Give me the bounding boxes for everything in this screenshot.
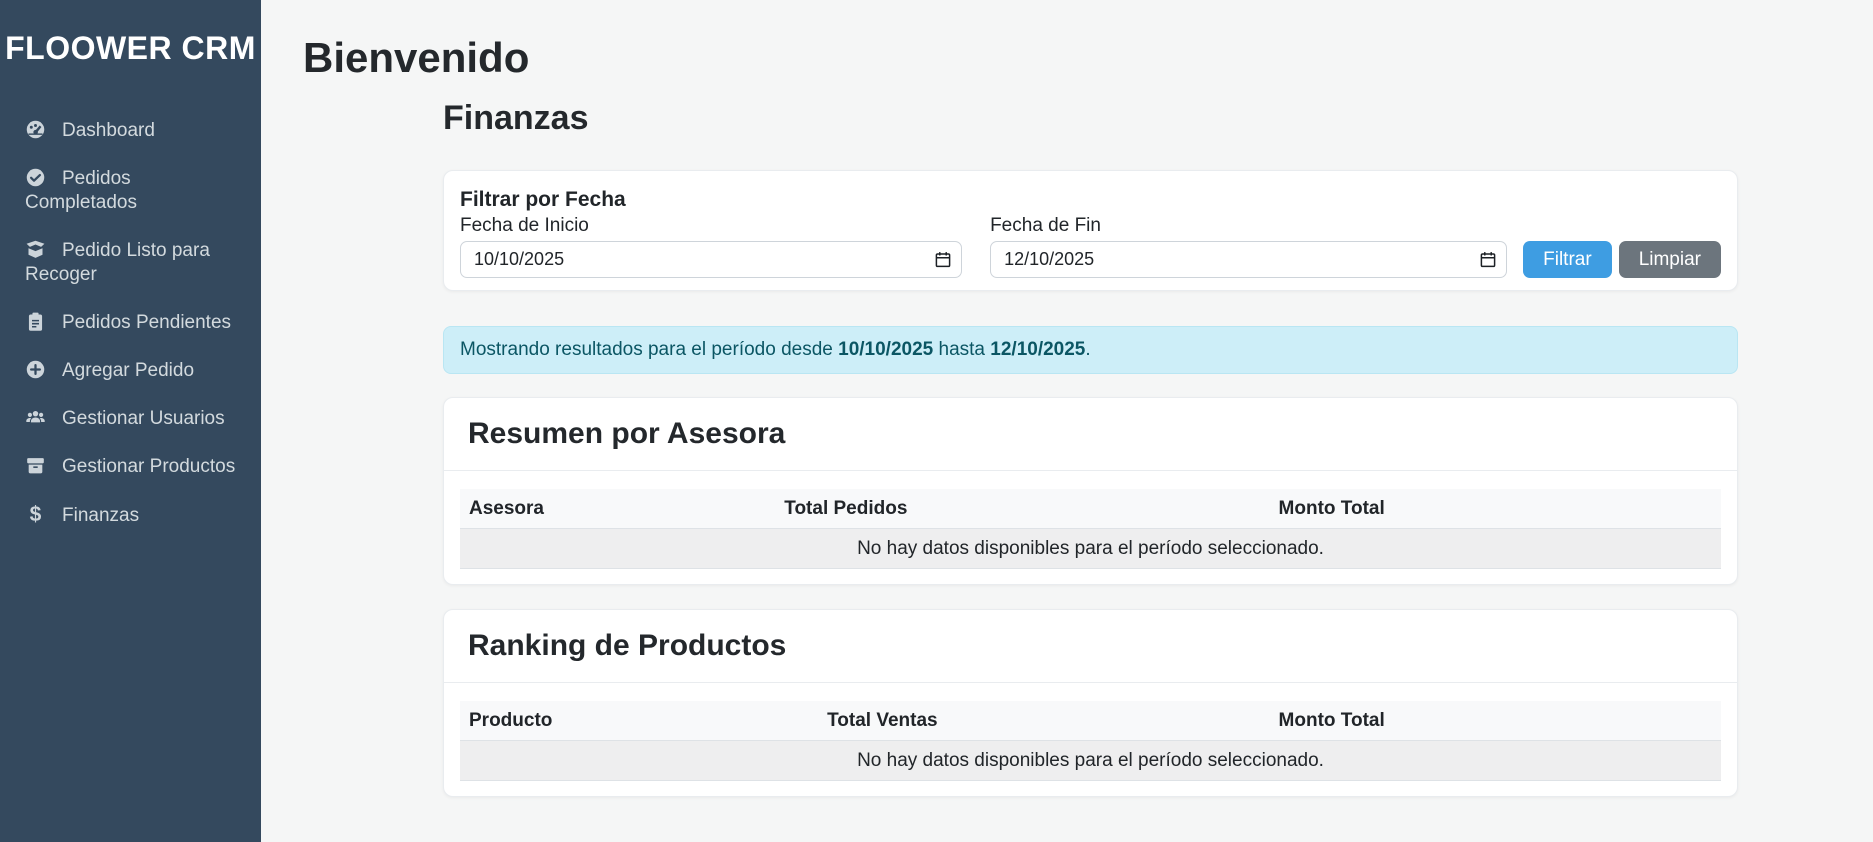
sidebar-item-gestionar-productos[interactable]: Gestionar Productos <box>0 455 261 479</box>
sidebar-item-label: Finanzas <box>62 505 139 526</box>
sidebar-item-label: Dashboard <box>62 120 155 141</box>
alert-text: Mostrando resultados para el período des… <box>460 339 838 360</box>
app-brand: FLOOWER CRM <box>0 30 261 67</box>
ranking-table: Producto Total Ventas Monto Total No hay… <box>460 701 1721 781</box>
period-alert: Mostrando resultados para el período des… <box>443 326 1738 374</box>
sidebar-item-pedidos-pendientes[interactable]: Pedidos Pendientes <box>0 311 261 335</box>
sidebar-item-label: Gestionar Productos <box>62 456 235 477</box>
sidebar-nav: Dashboard Pedidos Completados Pedido Lis… <box>0 119 261 528</box>
column-header-producto: Producto <box>460 701 818 741</box>
summary-table: Asesora Total Pedidos Monto Total No hay… <box>460 489 1721 569</box>
finanzas-section: Finanzas Filtrar por Fecha Fecha de Inic… <box>443 99 1738 797</box>
calendar-icon[interactable] <box>934 250 952 269</box>
sidebar-item-agregar-pedido[interactable]: Agregar Pedido <box>0 359 261 383</box>
sidebar-item-label: Pedidos Pendientes <box>62 312 231 333</box>
sidebar-item-pedidos-completados[interactable]: Pedidos Completados <box>0 167 261 215</box>
box-icon <box>25 455 46 476</box>
main-content: Bienvenido Finanzas Filtrar por Fecha Fe… <box>261 0 1873 797</box>
sidebar-item-dashboard[interactable]: Dashboard <box>0 119 261 143</box>
empty-message: No hay datos disponibles para el período… <box>460 741 1721 781</box>
clear-button[interactable]: Limpiar <box>1619 241 1721 278</box>
dollar-icon: $ <box>25 503 46 527</box>
end-date-label: Fecha de Fin <box>990 215 1507 237</box>
summary-by-advisor-card: Resumen por Asesora Asesora Total Pedido… <box>443 397 1738 585</box>
alert-end-date: 12/10/2025 <box>990 339 1085 360</box>
table-header-row: Producto Total Ventas Monto Total <box>460 701 1721 741</box>
gauge-icon <box>25 119 46 140</box>
sidebar: FLOOWER CRM Dashboard Pedidos Completado… <box>0 0 261 842</box>
column-header-total-ventas: Total Ventas <box>818 701 1269 741</box>
check-circle-icon <box>25 167 46 188</box>
summary-card-title: Resumen por Asesora <box>468 417 1713 451</box>
alert-text: . <box>1085 339 1090 360</box>
table-empty-row: No hay datos disponibles para el período… <box>460 741 1721 781</box>
sidebar-item-gestionar-usuarios[interactable]: Gestionar Usuarios <box>0 407 261 431</box>
filter-button[interactable]: Filtrar <box>1523 241 1612 278</box>
section-title: Finanzas <box>443 99 1738 138</box>
column-header-monto-total: Monto Total <box>1270 489 1721 529</box>
start-date-input[interactable] <box>460 241 962 278</box>
clipboard-list-icon <box>25 311 46 332</box>
column-header-total-pedidos: Total Pedidos <box>775 489 1269 529</box>
plus-circle-icon <box>25 359 46 380</box>
box-open-icon <box>25 239 46 260</box>
end-date-input[interactable] <box>990 241 1507 278</box>
sidebar-item-finanzas[interactable]: $ Finanzas <box>0 503 261 528</box>
table-empty-row: No hay datos disponibles para el período… <box>460 529 1721 569</box>
alert-text: hasta <box>933 339 990 360</box>
sidebar-item-label: Agregar Pedido <box>62 360 194 381</box>
calendar-icon[interactable] <box>1479 250 1497 269</box>
empty-message: No hay datos disponibles para el período… <box>460 529 1721 569</box>
sidebar-item-label: Pedido Listo para Recoger <box>25 240 210 285</box>
column-header-monto-total: Monto Total <box>1270 701 1721 741</box>
alert-start-date: 10/10/2025 <box>838 339 933 360</box>
date-filter-card: Filtrar por Fecha Fecha de Inicio Fecha … <box>443 170 1738 291</box>
page-title: Bienvenido <box>303 34 1873 82</box>
table-header-row: Asesora Total Pedidos Monto Total <box>460 489 1721 529</box>
sidebar-item-label: Gestionar Usuarios <box>62 408 225 429</box>
ranking-card-title: Ranking de Productos <box>468 629 1713 663</box>
sidebar-item-pedido-listo[interactable]: Pedido Listo para Recoger <box>0 239 261 287</box>
filter-title: Filtrar por Fecha <box>460 188 1721 212</box>
start-date-label: Fecha de Inicio <box>460 215 962 237</box>
product-ranking-card: Ranking de Productos Producto Total Vent… <box>443 609 1738 797</box>
users-icon <box>25 407 46 428</box>
column-header-asesora: Asesora <box>460 489 775 529</box>
